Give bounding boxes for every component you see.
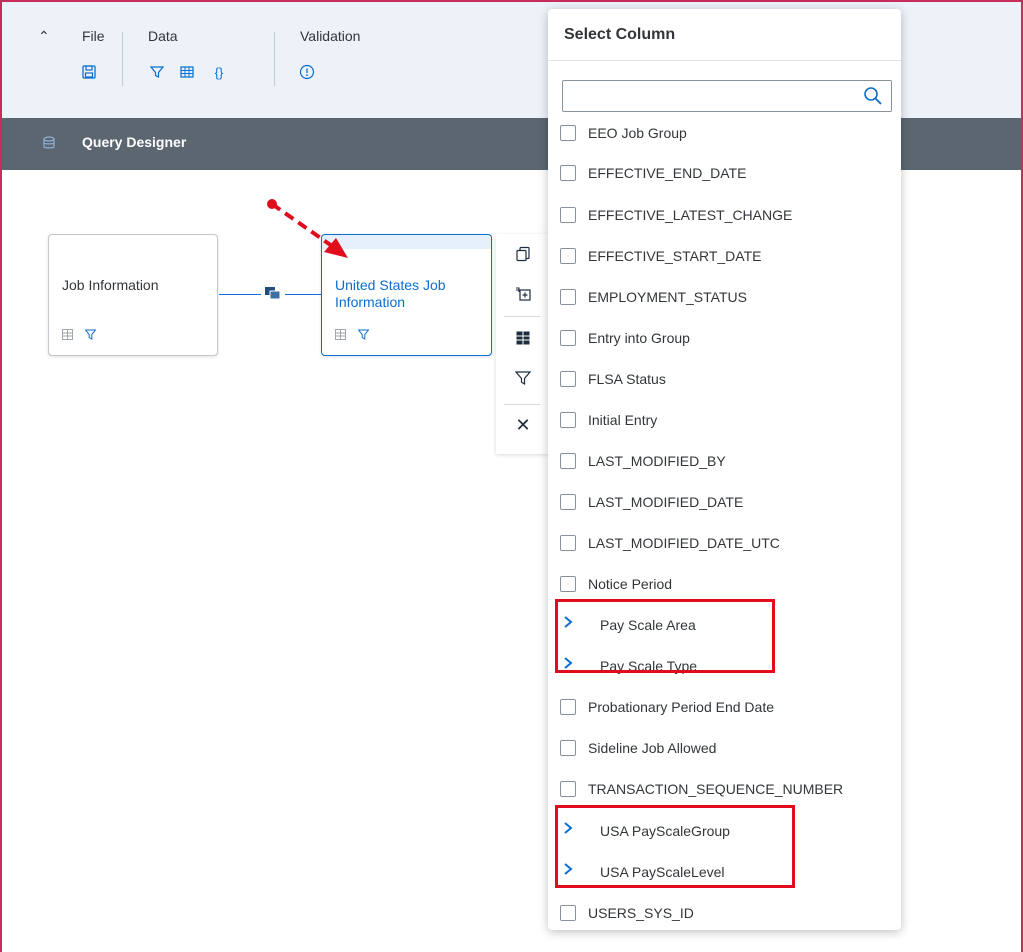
checkbox[interactable] [560, 371, 576, 387]
toolbar-separator [504, 404, 540, 405]
ribbon-group-data: Data {} [148, 28, 223, 80]
ribbon-group-file: File [82, 28, 105, 79]
checkbox[interactable] [560, 412, 576, 428]
ribbon-group-label: Data [148, 28, 178, 44]
list-item-label: EFFECTIVE_LATEST_CHANGE [588, 207, 793, 223]
checkbox[interactable] [560, 207, 576, 223]
columns-icon[interactable] [62, 329, 73, 343]
list-item[interactable]: LAST_MODIFIED_DATE_UTC [560, 523, 900, 563]
select-columns-icon[interactable] [514, 330, 532, 348]
app-window: ⌃ File Data {} Validation Query Designer… [0, 0, 1023, 952]
database-icon [42, 136, 56, 150]
join-line [219, 294, 261, 295]
close-icon[interactable]: ✕ [514, 416, 532, 434]
alert-icon[interactable] [298, 63, 316, 81]
filter-icon[interactable] [514, 370, 532, 388]
toolbar-separator [504, 316, 540, 317]
popover-title: Select Column [564, 26, 676, 43]
node-actions [335, 329, 370, 343]
ribbon-separator [122, 32, 123, 86]
checkbox[interactable] [560, 453, 576, 469]
select-column-popover: Select Column EEO Job Group EFFECTIVE_EN… [548, 9, 901, 930]
list-item-label: EMPLOYMENT_STATUS [588, 289, 747, 305]
ribbon-group-label: Validation [300, 28, 361, 44]
list-item-label: Probationary Period End Date [588, 699, 774, 715]
search-field[interactable] [562, 80, 892, 112]
list-item[interactable]: LAST_MODIFIED_DATE [560, 482, 900, 522]
list-item[interactable]: Entry into Group [560, 318, 900, 358]
table-icon[interactable] [178, 63, 196, 81]
checkbox[interactable] [560, 165, 576, 181]
list-item-label: USERS_SYS_ID [588, 905, 694, 921]
join-line [285, 294, 321, 295]
list-item-label: EFFECTIVE_END_DATE [588, 165, 747, 181]
ribbon-group-label: File [82, 28, 105, 44]
list-item[interactable]: Initial Entry [560, 400, 900, 440]
collapse-ribbon-icon[interactable]: ⌃ [38, 28, 50, 45]
list-item[interactable]: Sideline Job Allowed [560, 728, 900, 768]
filter-icon[interactable] [357, 329, 370, 343]
join-icon[interactable] [264, 286, 282, 300]
list-item[interactable]: TRANSACTION_SEQUENCE_NUMBER [560, 769, 900, 809]
checkbox[interactable] [560, 781, 576, 797]
list-item[interactable]: Notice Period [560, 564, 900, 604]
checkbox[interactable] [560, 699, 576, 715]
node-actions [62, 329, 97, 343]
list-item[interactable]: EFFECTIVE_END_DATE [560, 153, 900, 193]
list-item-label: LAST_MODIFIED_BY [588, 453, 726, 469]
annotation-arrow [267, 199, 348, 258]
curly-braces-icon[interactable]: {} [208, 63, 230, 81]
search-icon[interactable] [863, 86, 883, 106]
checkbox[interactable] [560, 535, 576, 551]
list-item-label: Initial Entry [588, 412, 658, 428]
list-item-label: LAST_MODIFIED_DATE [588, 494, 744, 510]
list-item[interactable]: FLSA Status [560, 359, 900, 399]
popover-header: Select Column [548, 9, 901, 61]
filter-icon[interactable] [84, 329, 97, 343]
checkbox[interactable] [560, 248, 576, 264]
list-item[interactable]: EMPLOYMENT_STATUS [560, 277, 900, 317]
list-item[interactable]: LAST_MODIFIED_BY [560, 441, 900, 481]
add-entity-icon[interactable] [514, 286, 532, 304]
node-title: Job Information [62, 277, 159, 293]
page-title: Query Designer [82, 134, 187, 150]
save-icon[interactable] [80, 63, 98, 81]
node-title: United States Job Information [335, 277, 446, 310]
ribbon-separator [274, 32, 275, 86]
list-item-label: Notice Period [588, 576, 673, 592]
checkbox[interactable] [560, 125, 576, 141]
list-item[interactable]: EEO Job Group [560, 113, 900, 153]
list-item-label: Sideline Job Allowed [588, 740, 717, 756]
copy-icon[interactable] [514, 246, 532, 264]
list-item-label: LAST_MODIFIED_DATE_UTC [588, 535, 780, 551]
entity-node-job-information[interactable]: Job Information [48, 234, 218, 356]
checkbox[interactable] [560, 330, 576, 346]
checkbox[interactable] [560, 494, 576, 510]
list-item-label: Entry into Group [588, 330, 690, 346]
list-item[interactable]: Probationary Period End Date [560, 687, 900, 727]
ribbon-group-validation: Validation [299, 28, 361, 80]
node-context-toolbar: ✕ [496, 234, 548, 454]
search-input[interactable] [563, 81, 853, 111]
filter-icon[interactable] [148, 63, 166, 81]
list-item[interactable]: EFFECTIVE_LATEST_CHANGE [560, 195, 900, 235]
columns-icon[interactable] [335, 329, 346, 343]
checkbox[interactable] [560, 289, 576, 305]
list-item-label: EEO Job Group [588, 125, 687, 141]
list-item-label: TRANSACTION_SEQUENCE_NUMBER [588, 781, 844, 797]
checkbox[interactable] [560, 905, 576, 921]
list-item[interactable]: USERS_SYS_ID [560, 893, 900, 930]
checkbox[interactable] [560, 740, 576, 756]
checkbox[interactable] [560, 576, 576, 592]
list-item-label: EFFECTIVE_START_DATE [588, 248, 762, 264]
highlight-box-usa-pay-scale [555, 805, 795, 888]
highlight-box-pay-scale [555, 599, 775, 673]
list-item[interactable]: EFFECTIVE_START_DATE [560, 236, 900, 276]
list-item-label: FLSA Status [588, 371, 666, 387]
